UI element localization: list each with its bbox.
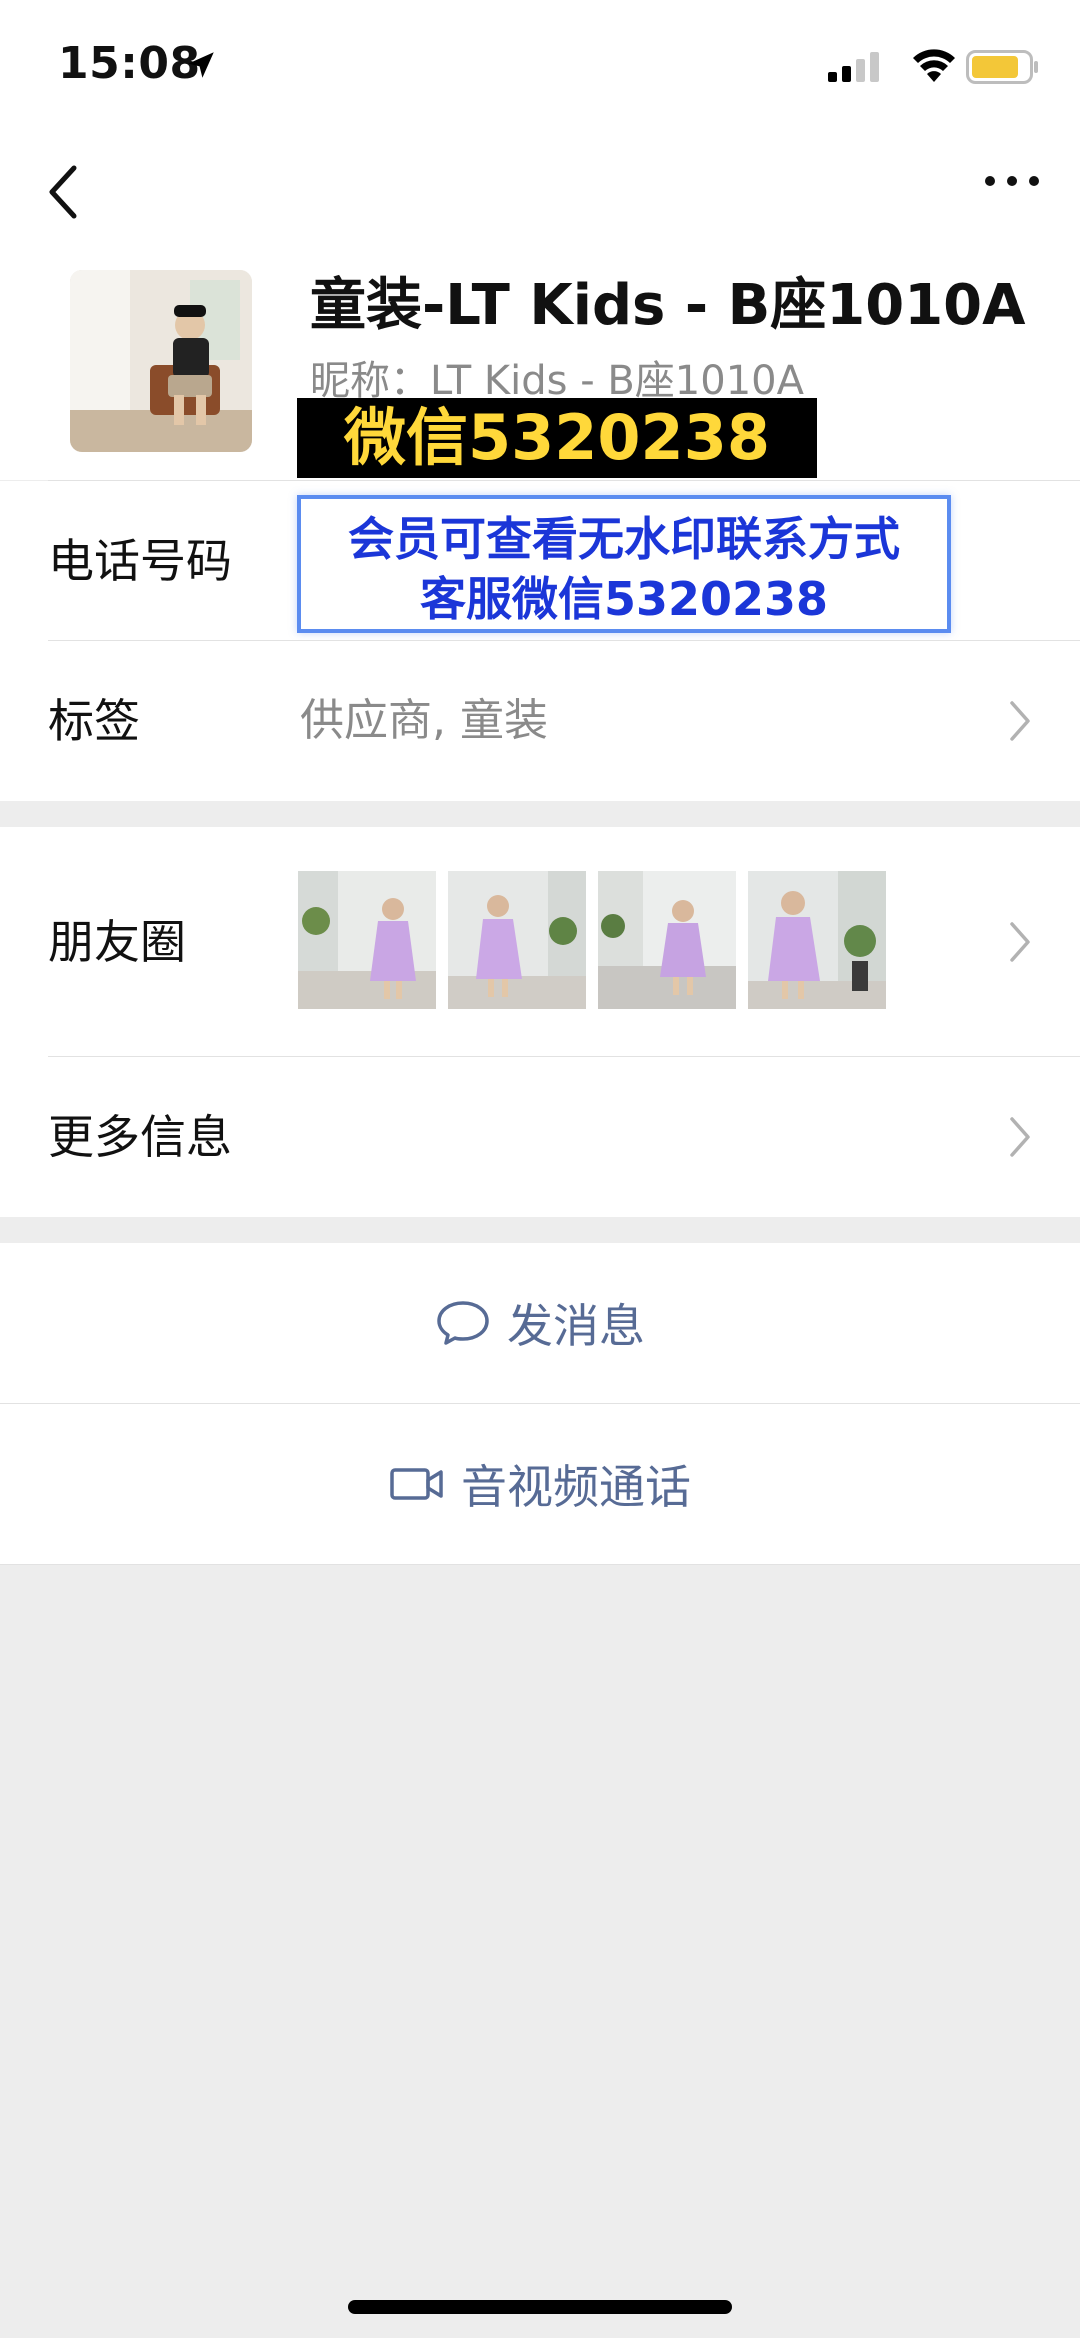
moments-thumbnail <box>748 871 886 1009</box>
watermark-line-2: 客服微信5320238 <box>419 572 829 626</box>
moments-thumbnail <box>448 871 586 1009</box>
chevron-right-icon <box>1010 922 1030 962</box>
moments-row[interactable]: 朋友圈 <box>0 827 1080 1057</box>
phone-label: 电话号码 <box>48 534 232 588</box>
status-bar: 15:08 <box>0 0 1080 130</box>
chat-bubble-icon <box>437 1301 489 1345</box>
status-time: 15:08 <box>58 38 201 89</box>
battery-icon <box>966 50 1038 84</box>
nav-bar <box>0 130 1080 250</box>
profile-header: 童装-LT Kids - B座1010A 昵称：LT Kids - B座1010… <box>0 250 1080 480</box>
chevron-right-icon <box>1010 701 1030 741</box>
location-arrow-icon <box>188 52 214 78</box>
wifi-icon <box>913 49 955 82</box>
watermark-banner: 微信5320238 <box>297 398 817 478</box>
divider <box>0 1564 1080 1565</box>
watermark-line-1: 会员可查看无水印联系方式 <box>348 512 900 566</box>
more-options-icon[interactable] <box>982 166 1042 196</box>
chevron-right-icon <box>1010 1117 1030 1157</box>
send-message-label: 发消息 <box>507 1299 645 1353</box>
tags-row[interactable]: 标签 供应商, 童装 <box>0 641 1080 801</box>
phone-row[interactable]: 电话号码 会员可查看无水印联系方式 客服微信5320238 <box>0 481 1080 641</box>
more-info-row[interactable]: 更多信息 <box>0 1057 1080 1217</box>
video-call-label: 音视频通话 <box>461 1460 691 1514</box>
send-message-button[interactable]: 发消息 <box>0 1243 1080 1403</box>
moments-thumbnail <box>598 871 736 1009</box>
moments-thumbnail <box>298 871 436 1009</box>
avatar[interactable] <box>70 270 252 452</box>
watermark-box: 会员可查看无水印联系方式 客服微信5320238 <box>297 495 951 633</box>
moments-label: 朋友圈 <box>48 915 186 969</box>
home-indicator[interactable] <box>348 2300 732 2314</box>
section-gap <box>0 801 1080 827</box>
tags-label: 标签 <box>48 694 140 748</box>
more-info-label: 更多信息 <box>48 1110 232 1164</box>
cellular-signal-icon <box>828 52 879 82</box>
contact-name: 童装-LT Kids - B座1010A <box>310 273 1026 338</box>
back-chevron-icon[interactable] <box>40 160 88 224</box>
moments-thumbnails <box>298 871 886 1009</box>
section-gap <box>0 1217 1080 1243</box>
video-call-button[interactable]: 音视频通话 <box>0 1404 1080 1564</box>
tags-value: 供应商, 童装 <box>300 695 548 746</box>
video-camera-icon <box>390 1468 443 1500</box>
